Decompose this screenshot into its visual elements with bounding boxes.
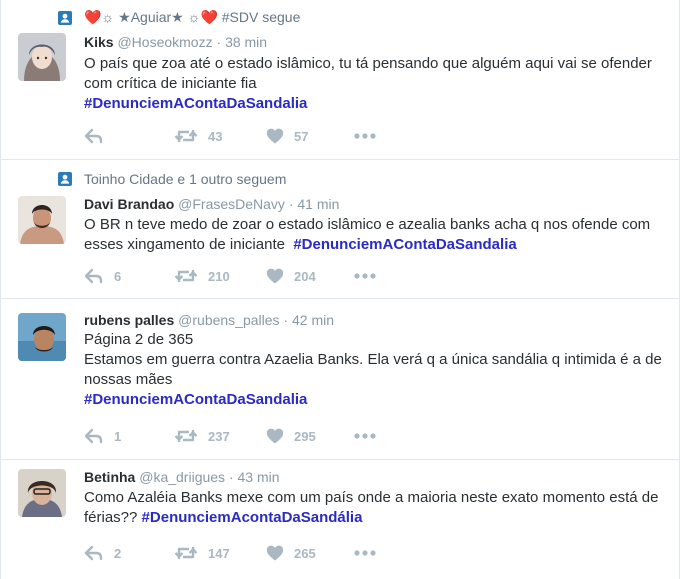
reply-button[interactable]: 1 <box>84 428 174 444</box>
display-name[interactable]: Davi Brandao <box>84 196 174 212</box>
display-name[interactable]: Kiks <box>84 34 114 50</box>
like-button[interactable]: 204 <box>266 268 354 284</box>
person-badge-icon <box>58 172 72 186</box>
retweet-icon <box>174 268 198 284</box>
more-button[interactable] <box>354 433 376 439</box>
retweet-icon <box>174 428 198 444</box>
more-button[interactable] <box>354 133 376 139</box>
reply-arrow-icon <box>84 128 104 144</box>
tweet-actions: 6 210 204 <box>84 268 376 284</box>
like-button[interactable]: 295 <box>266 428 354 444</box>
reply-arrow-icon <box>84 428 104 444</box>
retweet-count: 147 <box>208 545 230 561</box>
tweet-timeline: ❤️☼ ★Aguiar★ ☼❤️ #SDV segue Kiks @Hoseok… <box>0 0 680 579</box>
reply-count: 2 <box>114 545 122 561</box>
tweet-text-main: O país que zoa até o estado islâmico, tu… <box>84 55 652 92</box>
more-dots-icon <box>354 133 376 139</box>
like-button[interactable]: 57 <box>266 128 354 144</box>
tweet-text: O país que zoa até o estado islâmico, tu… <box>84 54 664 114</box>
retweet-button[interactable]: 237 <box>174 428 266 444</box>
person-badge-icon <box>58 11 72 25</box>
avatar[interactable] <box>18 33 66 81</box>
tweet-item[interactable]: rubens palles @rubens_palles · 42 min Pá… <box>1 298 679 460</box>
more-button[interactable] <box>354 273 376 279</box>
tweet-text: Página 2 de 365 Estamos em guerra contra… <box>84 330 664 410</box>
tweet-header: Davi Brandao @FrasesDeNavy · 41 min <box>84 196 339 212</box>
retweet-icon <box>174 545 198 561</box>
username[interactable]: @rubens_palles <box>178 312 279 328</box>
hashtag-link[interactable]: #DenunciemAcontaDaSandália <box>142 509 363 526</box>
tweet-item[interactable]: Betinha @ka_driigues · 43 min Como Azalé… <box>1 459 679 579</box>
retweet-count: 43 <box>208 128 223 144</box>
tweet-header: Kiks @Hoseokmozz · 38 min <box>84 34 267 50</box>
like-count: 265 <box>294 545 316 561</box>
tweet-item[interactable]: ❤️☼ ★Aguiar★ ☼❤️ #SDV segue Kiks @Hoseok… <box>1 0 679 160</box>
tweet-text-main: Estamos em guerra contra Azaelia Banks. … <box>84 351 662 388</box>
tweet-header: rubens palles @rubens_palles · 42 min <box>84 312 334 328</box>
tweet-item[interactable]: Toinho Cidade e 1 outro seguem Davi Bran… <box>1 159 679 299</box>
tweet-actions: 43 57 <box>84 128 376 144</box>
avatar[interactable] <box>18 313 66 361</box>
retweet-button[interactable]: 43 <box>174 128 266 144</box>
hashtag-link[interactable]: #DenunciemAContaDaSandalia <box>84 391 307 408</box>
timestamp[interactable]: 42 min <box>292 312 334 328</box>
context-text: Toinho Cidade e 1 outro seguem <box>84 171 287 187</box>
username[interactable]: @ka_driigues <box>139 469 225 485</box>
reply-count: 6 <box>114 268 122 284</box>
display-name[interactable]: rubens palles <box>84 312 174 328</box>
separator-dot: · <box>228 469 234 485</box>
tweet-text: Como Azaléia Banks mexe com um país onde… <box>84 488 664 528</box>
heart-icon <box>266 268 284 284</box>
avatar[interactable] <box>18 469 66 517</box>
more-dots-icon <box>354 273 376 279</box>
timestamp[interactable]: 43 min <box>238 469 280 485</box>
retweet-button[interactable]: 210 <box>174 268 266 284</box>
reply-arrow-icon <box>84 545 104 561</box>
retweet-button[interactable]: 147 <box>174 545 266 561</box>
social-context[interactable]: ❤️☼ ★Aguiar★ ☼❤️ #SDV segue <box>58 9 300 26</box>
heart-icon <box>266 545 284 561</box>
reply-button[interactable]: 6 <box>84 268 174 284</box>
social-context[interactable]: Toinho Cidade e 1 outro seguem <box>58 171 286 187</box>
hashtag-link[interactable]: #DenunciemAContaDaSandalia <box>293 236 516 253</box>
avatar[interactable] <box>18 196 66 244</box>
retweet-icon <box>174 128 198 144</box>
more-dots-icon <box>354 550 376 556</box>
reply-arrow-icon <box>84 268 104 284</box>
more-button[interactable] <box>354 550 376 556</box>
timestamp[interactable]: 41 min <box>297 196 339 212</box>
username[interactable]: @FrasesDeNavy <box>178 196 285 212</box>
like-count: 57 <box>294 128 309 144</box>
reply-count: 1 <box>114 428 122 444</box>
like-count: 295 <box>294 428 316 444</box>
like-button[interactable]: 265 <box>266 545 354 561</box>
tweet-header: Betinha @ka_driigues · 43 min <box>84 469 280 485</box>
separator-dot: · <box>216 34 222 50</box>
tweet-actions: 1 237 295 <box>84 428 376 444</box>
heart-icon <box>266 128 284 144</box>
reply-button[interactable]: 2 <box>84 545 174 561</box>
heart-icon <box>266 428 284 444</box>
tweet-text-line1: Página 2 de 365 <box>84 331 194 348</box>
context-text: ❤️☼ ★Aguiar★ ☼❤️ #SDV segue <box>84 9 301 25</box>
tweet-actions: 2 147 265 <box>84 545 376 561</box>
hashtag-link[interactable]: #DenunciemAContaDaSandalia <box>84 95 307 112</box>
more-dots-icon <box>354 433 376 439</box>
timestamp[interactable]: 38 min <box>225 34 267 50</box>
username[interactable]: @Hoseokmozz <box>117 34 212 50</box>
separator-dot: · <box>283 312 289 328</box>
tweet-text: O BR n teve medo de zoar o estado islâmi… <box>84 215 664 255</box>
retweet-count: 210 <box>208 268 230 284</box>
retweet-count: 237 <box>208 428 230 444</box>
display-name[interactable]: Betinha <box>84 469 135 485</box>
like-count: 204 <box>294 268 316 284</box>
reply-button[interactable] <box>84 128 174 144</box>
separator-dot: · <box>288 196 294 212</box>
